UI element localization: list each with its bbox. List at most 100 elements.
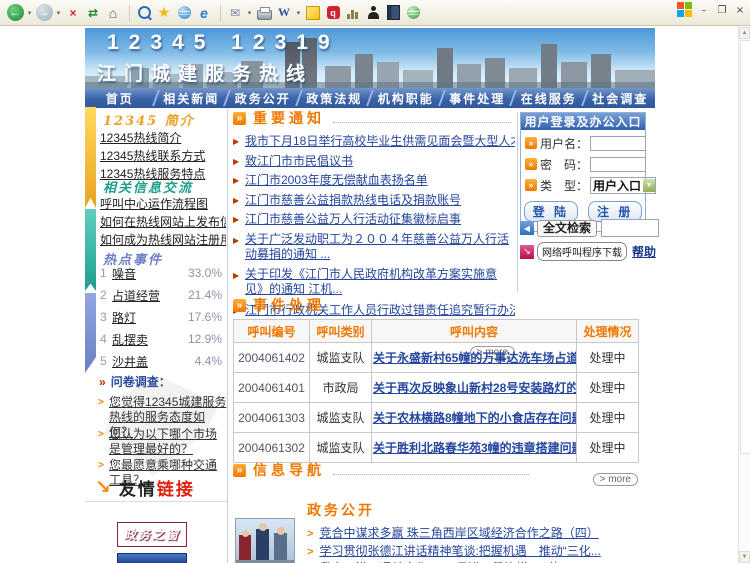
refresh-icon[interactable]: ⇄ [84, 4, 102, 22]
notice-item: 我市下月18日举行高校毕业生供需见面会暨大型人才交流会 [233, 134, 515, 148]
sidebar-link-call-center-flow[interactable]: 呼叫中心运作流程图 [100, 195, 226, 213]
scroll-up-icon[interactable]: ▲ [739, 27, 750, 39]
edit-dropdown-icon[interactable]: ▾ [295, 9, 302, 17]
browser-window: ← ▾ → ▾ × ⇄ ⌂ ★ e ✉ ▾ W ▾ q – ❐ × ▲ ▼ [0, 0, 750, 563]
gov-window-banner[interactable]: 政务之窗 [117, 522, 187, 547]
event-link[interactable]: 关于胜利北路春华苑3幢的违章搭建问题 [373, 441, 577, 455]
login-panel-header: 用户登录及办公入口 [521, 113, 645, 130]
friend-link-banner[interactable] [117, 553, 187, 563]
close-button[interactable]: × [733, 3, 747, 17]
gov-link[interactable]: 学习贯彻张德江讲话精神笔谈:把握机遇 推动“三化... [319, 544, 600, 558]
event-status: 处理中 [577, 343, 639, 373]
network-call-download-button[interactable]: 网络呼叫程序下载 [537, 242, 627, 261]
print-icon[interactable] [255, 4, 273, 22]
sidebar-info-title: 相关信息交流 [103, 177, 193, 196]
download-arrow-icon[interactable]: ↘ [520, 245, 534, 259]
nav-tab-functions[interactable]: 机构职能 [371, 88, 441, 108]
fulltext-search-button[interactable]: 全文检索 [537, 220, 597, 237]
history-icon[interactable]: e [195, 4, 213, 22]
help-link[interactable]: 帮助 [632, 243, 656, 260]
event-status: 处理中 [577, 433, 639, 463]
chart-icon[interactable] [344, 4, 362, 22]
scrollbar-thumb[interactable] [740, 40, 750, 454]
gov-link[interactable]: 竞合中谋求多赢 珠三角西岸区域经济合作之路（四） [319, 526, 598, 540]
media-icon[interactable] [175, 4, 193, 22]
fulltext-search-input[interactable] [601, 219, 659, 237]
network-call-row: ↘ 网络呼叫程序下载 帮助 [520, 242, 656, 261]
arrow-bullet-icon: > [98, 429, 104, 440]
bent-arrow-icon: ↘ [95, 476, 113, 499]
dotted-rule [333, 112, 511, 123]
notice-link[interactable]: 关于广泛发动职工为２００４年慈善公益万人行活动募捐的通知 ... [245, 232, 509, 261]
notice-item: 江门市慈善公益万人行活动征集徽标启事 [233, 212, 515, 226]
forward-dropdown-icon[interactable]: ▾ [55, 9, 62, 17]
hot-event-link[interactable]: 路灯 [112, 309, 136, 326]
sidebar-link-hotline-intro[interactable]: 12345热线简介 [100, 129, 226, 147]
minimize-button[interactable]: – [697, 3, 711, 17]
arrow-bullet-icon: > [98, 460, 104, 471]
restore-button[interactable]: ❐ [715, 3, 729, 17]
user-type-select[interactable]: 用户入口 ▼ [590, 177, 656, 194]
notice-link[interactable]: 江门市慈善公益万人行活动征集徽标启事 [245, 212, 461, 226]
password-input[interactable] [590, 157, 646, 172]
nav-tab-gov-affairs[interactable]: 政务公开 [228, 88, 298, 108]
notice-link[interactable]: 我市下月18日举行高校毕业生供需见面会暨大型人才交流会 [245, 134, 515, 148]
messenger-icon[interactable]: q [324, 4, 342, 22]
event-link[interactable]: 关于农林横路8幢地下的小食店存在问题 [373, 411, 577, 425]
ribbon-yellow [85, 107, 96, 208]
mail-icon[interactable]: ✉ [226, 4, 244, 22]
notice-link[interactable]: 致江门市市民倡议书 [245, 154, 353, 168]
hot-event-row: 3 路灯 17.6% [100, 309, 222, 325]
event-status: 处理中 [577, 403, 639, 433]
column-divider [517, 112, 518, 292]
scroll-down-icon[interactable]: ▼ [739, 551, 750, 563]
table-row: 2004061302 城监支队 关于胜利北路春华苑3幢的违章搭建问题 处理中 [234, 433, 639, 463]
stop-icon[interactable]: × [64, 4, 82, 22]
event-status: 处理中 [577, 373, 639, 403]
hot-event-link[interactable]: 噪音 [112, 265, 136, 282]
ribbon-blue [85, 293, 96, 373]
notice-link[interactable]: 江门市慈善公益捐款热线电话及捐款账号 [245, 193, 461, 207]
hot-event-row: 1 噪音 33.0% [100, 265, 222, 281]
forward-icon[interactable]: → [35, 4, 53, 22]
event-link[interactable]: 关于再次反映象山新村28号安装路灯的问题 [373, 381, 577, 395]
sidebar-link-publish-info[interactable]: 如何在热线网站上发布信息 [100, 213, 226, 231]
nav-tab-survey[interactable]: 社会调查 [586, 88, 656, 108]
favorites-icon[interactable]: ★ [155, 4, 173, 22]
events-title: 事件处理 [253, 295, 325, 315]
search-icon[interactable] [135, 4, 153, 22]
home-icon[interactable]: ⌂ [104, 4, 122, 22]
nav-tab-online-services[interactable]: 在线服务 [514, 88, 584, 108]
notes-icon[interactable] [304, 4, 322, 22]
event-link[interactable]: 关于永盛新村65幢的万事达洗车场占道经营问题 [373, 351, 577, 365]
dotted-rule [333, 464, 529, 475]
vertical-scrollbar[interactable]: ▲ ▼ [738, 27, 750, 563]
notice-link[interactable]: 江门市2003年度无偿献血表扬名单 [245, 173, 428, 187]
nav-tab-policies[interactable]: 政策法规 [300, 88, 370, 108]
notice-link[interactable]: 关于印发《江门市人民政府机构改革方案实施意见》的通知 江机... [245, 267, 497, 296]
back-icon[interactable]: ← [6, 4, 24, 22]
survey-title: 问卷调查： [99, 373, 171, 390]
notice-item: 关于印发《江门市人民政府机构改革方案实施意见》的通知 江机... [233, 267, 515, 297]
login-panel: 用户登录及办公入口 » 用户名： » 密 码： » 类 型： 用户入口 ▼ 登 … [520, 112, 646, 232]
hot-event-link[interactable]: 乱摆卖 [112, 331, 148, 348]
sidebar-link-contact[interactable]: 12345热线联系方式 [100, 147, 226, 165]
events-table: 呼叫编号 呼叫类别 呼叫内容 处理情况 2004061402 城监支队 关于永盛… [233, 319, 639, 463]
web-globe-icon[interactable] [404, 4, 422, 22]
back-dropdown-icon[interactable]: ▾ [26, 9, 33, 17]
arrow-bullet-icon: > [98, 397, 104, 408]
book-icon[interactable] [384, 4, 402, 22]
edit-word-icon[interactable]: W [275, 4, 293, 22]
sidebar: 12345 简介 12345热线简介 12345热线联系方式 12345热线服务… [85, 105, 227, 563]
username-input[interactable] [590, 136, 646, 151]
contacts-icon[interactable] [364, 4, 382, 22]
nav-tab-event-handling[interactable]: 事件处理 [443, 88, 513, 108]
survey-question[interactable]: 您认为以下哪个市场是管理最好的？ [109, 427, 227, 457]
search-arrow-icon[interactable]: ◀ [520, 221, 534, 235]
arrow-square-icon: » [525, 179, 537, 191]
mail-dropdown-icon[interactable]: ▾ [246, 9, 253, 17]
hot-event-link[interactable]: 沙井盖 [112, 353, 148, 370]
hot-event-link[interactable]: 占道经营 [112, 287, 160, 304]
sidebar-link-register-user[interactable]: 如何成为热线网站注册用户 [100, 231, 226, 249]
fulltext-search-row: ◀ 全文检索 [520, 219, 659, 237]
